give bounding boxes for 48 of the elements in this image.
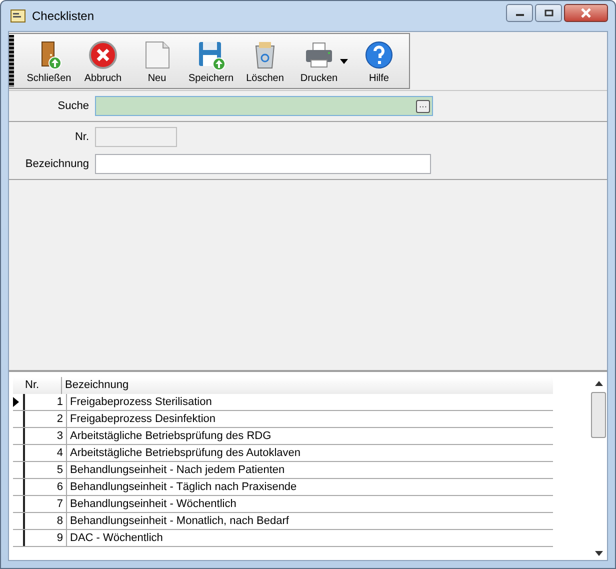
toolbar-button[interactable]: Drucken	[292, 38, 346, 84]
column-header[interactable]: Bezeichnung	[62, 377, 553, 394]
table-cell: 1	[25, 394, 67, 410]
table-cell: 5	[25, 462, 67, 478]
table-cell-text: Behandlungseinheit - Nach jedem Patienten	[69, 463, 286, 478]
row-pointer-icon	[13, 397, 19, 407]
dropdown-arrow-icon[interactable]	[340, 58, 348, 64]
toolbar-button[interactable]: Löschen	[238, 38, 292, 84]
toolbar-button[interactable]: Schließen	[22, 38, 76, 84]
maximize-icon	[544, 9, 554, 17]
search-field[interactable]: ···	[95, 96, 433, 116]
table-cell-text: Arbeitstägliche Betriebsprüfung des Autoklaven	[69, 446, 302, 461]
row-indicator[interactable]	[13, 394, 25, 410]
table-cell-text: Freigabeprozess Sterilisation	[69, 395, 213, 410]
table-cell: 8	[25, 513, 67, 529]
table-cell-text: Arbeitstägliche Betriebsprüfung des RDG	[69, 429, 272, 444]
table-cell: 9	[25, 530, 67, 546]
scroll-thumb[interactable]	[591, 392, 606, 438]
table-cell: 2	[25, 411, 67, 427]
table-cell-text: DAC - Wöchentlich	[69, 531, 164, 546]
close-icon	[580, 8, 592, 18]
input-field[interactable]	[95, 154, 431, 174]
toolbar-button[interactable]: Hilfe	[352, 38, 406, 84]
table-cell: 3	[25, 428, 67, 444]
field-label: Bezeichnung	[24, 158, 90, 170]
toolbar-button[interactable]: Neu	[130, 38, 184, 84]
table-cell-text: Freigabeprozess Desinfektion	[69, 412, 217, 427]
column-header[interactable]: Nr.	[23, 377, 62, 394]
scroll-up-icon[interactable]	[594, 381, 602, 386]
table-cell-text: Behandlungseinheit - Monatlich, nach Bedarf	[69, 514, 290, 529]
browse-button[interactable]: ···	[416, 100, 430, 112]
help-icon	[363, 38, 395, 70]
table-cell-text: Behandlungseinheit - Wöchentlich	[69, 497, 238, 512]
table-cell: 6	[25, 479, 67, 495]
window-title: Checklisten	[32, 9, 94, 23]
toolbar-button[interactable]: Abbruch	[76, 38, 130, 84]
table-cell-text: Behandlungseinheit - Täglich nach Praxisende	[69, 480, 298, 495]
maximize-button[interactable]	[535, 4, 562, 22]
minimize-button[interactable]	[506, 4, 533, 22]
table-cell: 7	[25, 496, 67, 512]
toolbar-button[interactable]: Speichern	[184, 38, 238, 84]
close-button[interactable]	[564, 4, 608, 22]
field-label: Suche	[56, 100, 90, 112]
table-cell: 4	[25, 445, 67, 461]
app-icon	[10, 8, 26, 24]
field-label: Nr.	[74, 131, 90, 143]
cancel-icon	[87, 38, 119, 70]
scroll-down-icon[interactable]	[594, 551, 602, 556]
